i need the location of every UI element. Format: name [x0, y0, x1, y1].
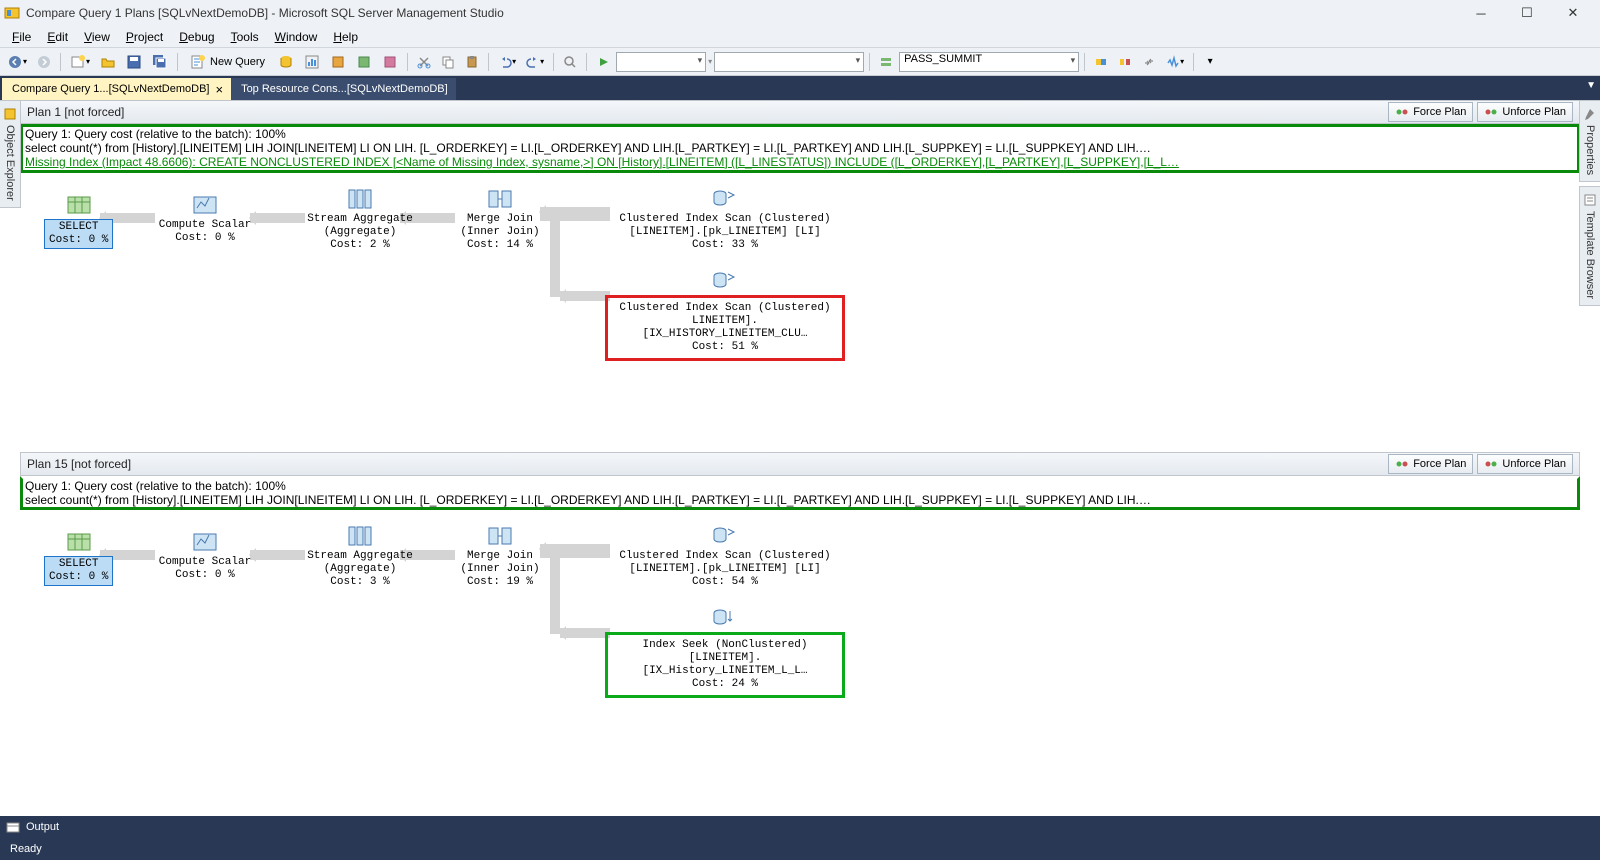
new-query-button[interactable]: New Query	[183, 51, 272, 73]
tab-label: Compare Query 1...[SQLvNextDemoDB]	[12, 83, 209, 95]
disconnect-icon[interactable]	[1114, 51, 1136, 73]
plan1-select-node[interactable]: SELECT Cost: 0 %	[44, 193, 113, 249]
activity-monitor-icon[interactable]: ▾	[1162, 51, 1188, 73]
tab-label: Top Resource Cons...[SQLvNextDemoDB]	[241, 83, 448, 95]
open-button[interactable]	[96, 51, 120, 73]
menu-debug[interactable]: Debug	[171, 28, 222, 46]
app-icon	[4, 5, 20, 21]
plan2-index-seek-node[interactable]: Index Seek (NonClustered) [LINEITEM].[IX…	[605, 606, 845, 698]
plan2-stream-aggregate-node[interactable]: Stream Aggregate (Aggregate) Cost: 3 %	[300, 524, 420, 589]
menu-file[interactable]: File	[4, 28, 39, 46]
close-button[interactable]: ✕	[1550, 0, 1596, 26]
plan1-canvas[interactable]: SELECT Cost: 0 % Compute Scalar Cost: 0 …	[20, 173, 1580, 452]
connect-icon[interactable]	[1090, 51, 1112, 73]
titlebar: Compare Query 1 Plans [SQLvNextDemoDB] -…	[0, 0, 1600, 26]
nav-back-button[interactable]: ▾	[4, 51, 31, 73]
redo-button[interactable]: ▾	[522, 51, 548, 73]
template-browser-tab[interactable]: Template Browser	[1579, 186, 1600, 306]
find-icon[interactable]	[559, 51, 581, 73]
minimize-button[interactable]: ─	[1458, 0, 1504, 26]
undo-button[interactable]: ▾	[494, 51, 520, 73]
plan1-index-scan-top-node[interactable]: Clustered Index Scan (Clustered) [LINEIT…	[610, 187, 840, 252]
registered-servers-icon[interactable]	[875, 51, 897, 73]
document-tabs: Compare Query 1...[SQLvNextDemoDB] × Top…	[0, 76, 1600, 100]
save-all-button[interactable]	[148, 51, 172, 73]
plan2-query-text: Query 1: Query cost (relative to the bat…	[20, 476, 1580, 510]
xmla-query-icon[interactable]	[378, 51, 402, 73]
menu-edit[interactable]: Edit	[39, 28, 76, 46]
tab-close-icon[interactable]: ×	[215, 83, 223, 96]
new-project-button[interactable]: ▾	[66, 51, 94, 73]
tab-compare-query[interactable]: Compare Query 1...[SQLvNextDemoDB] ×	[2, 78, 231, 100]
status-text: Ready	[10, 843, 42, 855]
plan2-select-node[interactable]: SELECT Cost: 0 %	[44, 530, 113, 586]
plan1-missing-index[interactable]: Missing Index (Impact 48.6606): CREATE N…	[20, 155, 1580, 173]
menu-tools[interactable]: Tools	[223, 28, 267, 46]
plan2-unforce-button[interactable]: Unforce Plan	[1477, 454, 1573, 474]
plan1-stream-aggregate-node[interactable]: Stream Aggregate (Aggregate) Cost: 2 %	[300, 187, 420, 252]
solution-config-combo[interactable]	[616, 52, 706, 72]
menubar: File Edit View Project Debug Tools Windo…	[0, 26, 1600, 48]
plan1-index-scan-bottom-node[interactable]: Clustered Index Scan (Clustered) LINEITE…	[605, 269, 845, 361]
plan1-compute-scalar-node[interactable]: Compute Scalar Cost: 0 %	[150, 193, 260, 245]
paste-icon[interactable]	[461, 51, 483, 73]
toolbar-overflow[interactable]: ▾	[1199, 51, 1221, 73]
mdx-query-icon[interactable]	[326, 51, 350, 73]
plan1-merge-join-node[interactable]: Merge Join (Inner Join) Cost: 14 %	[450, 187, 550, 252]
menu-window[interactable]: Window	[267, 28, 326, 46]
maximize-button[interactable]: ☐	[1504, 0, 1550, 26]
plan2-canvas[interactable]: SELECT Cost: 0 % Compute Scalar Cost: 0 …	[20, 510, 1580, 816]
plan2-title: Plan 15 [not forced]	[27, 457, 1384, 471]
start-debug-button[interactable]	[592, 51, 614, 73]
plan1-header: Plan 1 [not forced] Force Plan Unforce P…	[20, 100, 1580, 124]
object-explorer-tab[interactable]: Object Explorer	[0, 100, 21, 208]
menu-view[interactable]: View	[76, 28, 118, 46]
analysis-query-icon[interactable]	[300, 51, 324, 73]
menu-project[interactable]: Project	[118, 28, 171, 46]
plan1-force-button[interactable]: Force Plan	[1388, 102, 1473, 122]
cut-icon[interactable]	[413, 51, 435, 73]
save-button[interactable]	[122, 51, 146, 73]
tab-top-resource[interactable]: Top Resource Cons...[SQLvNextDemoDB]	[231, 78, 456, 100]
solution-platform-combo[interactable]	[714, 52, 864, 72]
plan2-force-button[interactable]: Force Plan	[1388, 454, 1473, 474]
plan2-index-scan-top-node[interactable]: Clustered Index Scan (Clustered) [LINEIT…	[610, 524, 840, 589]
menu-help[interactable]: Help	[325, 28, 366, 46]
properties-tab[interactable]: Properties	[1579, 100, 1600, 182]
status-bar: Ready	[0, 838, 1600, 860]
dmx-query-icon[interactable]	[352, 51, 376, 73]
toolbar: ▾ ▾ New Query ▾ ▾ ▾ PASS_SUMMIT ▾ ▾	[0, 48, 1600, 76]
plan1-title: Plan 1 [not forced]	[27, 105, 1384, 119]
plan2-compute-scalar-node[interactable]: Compute Scalar Cost: 0 %	[150, 530, 260, 582]
nav-fwd-button[interactable]	[33, 51, 55, 73]
db-engine-query-icon[interactable]	[274, 51, 298, 73]
copy-icon[interactable]	[437, 51, 459, 73]
plan1-query-text: Query 1: Query cost (relative to the bat…	[20, 124, 1580, 155]
database-selector[interactable]: PASS_SUMMIT	[899, 52, 1079, 72]
tabs-dropdown-icon[interactable]: ▼	[1586, 80, 1596, 91]
output-panel-tab[interactable]: Output	[0, 816, 1600, 838]
change-connection-icon[interactable]	[1138, 51, 1160, 73]
plan1-unforce-button[interactable]: Unforce Plan	[1477, 102, 1573, 122]
window-title: Compare Query 1 Plans [SQLvNextDemoDB] -…	[26, 6, 1458, 20]
plan2-header: Plan 15 [not forced] Force Plan Unforce …	[20, 452, 1580, 476]
plan2-merge-join-node[interactable]: Merge Join (Inner Join) Cost: 19 %	[450, 524, 550, 589]
new-query-label: New Query	[210, 56, 265, 68]
